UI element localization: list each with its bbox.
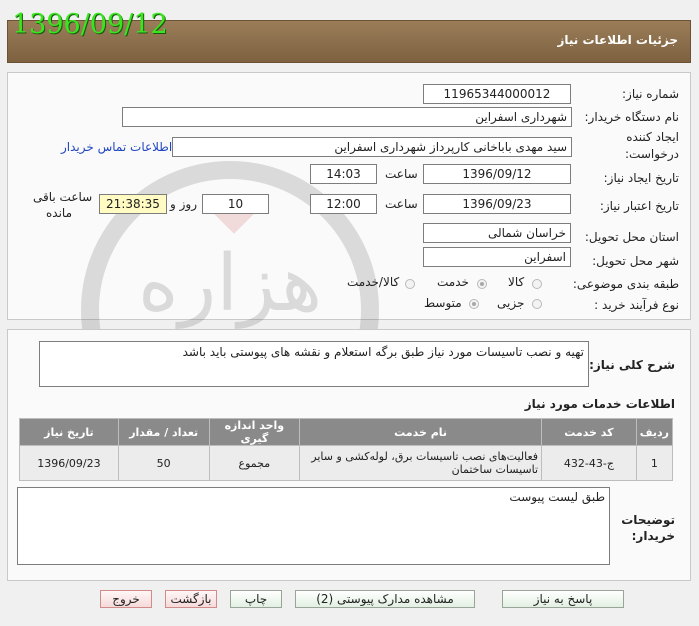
- label-validity-date: تاریخ اعتبار نیاز:: [599, 199, 679, 213]
- label-remaining-2: مانده: [46, 206, 73, 220]
- label-requester-1: ایجاد کننده: [626, 130, 679, 144]
- validity-date-field: 1396/09/23: [423, 194, 571, 214]
- cell-row-number: 1: [635, 445, 674, 481]
- radio-goods-label: کالا: [508, 275, 525, 289]
- announce-date-field: 1396/09/12: [423, 164, 571, 184]
- label-process: نوع فرآیند خرید :: [594, 298, 679, 312]
- radio-goods[interactable]: [532, 279, 542, 289]
- label-announce-date: تاریخ ایجاد نیاز:: [603, 171, 679, 185]
- label-category: طبقه بندی موضوعی:: [572, 277, 679, 291]
- radio-minor-label: جزیی: [497, 296, 525, 310]
- label-description: شرح کلی نیاز:: [589, 358, 675, 372]
- need-number-field: 1196534400001‌2: [423, 84, 571, 104]
- validity-time-field: 12:00: [310, 194, 377, 214]
- announce-time-field: 14:03: [310, 164, 377, 184]
- radio-minor[interactable]: [532, 299, 542, 309]
- window-title: جزئیات اطلاعات نیاز: [557, 33, 678, 47]
- radio-service[interactable]: [477, 279, 487, 289]
- province-field: خراسان شمالی: [423, 223, 571, 243]
- cell-unit: مجموع: [208, 445, 301, 481]
- reply-button[interactable]: پاسخ به نیاز: [502, 590, 624, 608]
- exit-button[interactable]: خروج: [100, 590, 152, 608]
- cell-quantity: 50: [117, 445, 210, 481]
- radio-service-label: خدمت: [437, 275, 469, 289]
- label-requester-2: درخواست:: [625, 147, 679, 161]
- cell-service-code: ج-43-432: [541, 445, 637, 481]
- cell-service-name: فعالیت‌های نصب تاسیسات برق، لوله‌کشی و س…: [299, 445, 543, 481]
- description-field: تهیه و نصب تاسیسات مورد نیاز طبق برگه اس…: [39, 341, 589, 387]
- label-buyer-notes-1: توضیحات: [621, 513, 675, 527]
- contact-buyer-link[interactable]: اطلاعات تماس خریدار: [61, 140, 172, 154]
- buyer-notes-field: طبق لیست پیوست: [17, 487, 610, 565]
- services-table: ردیف کد خدمت نام خدمت واحد اندازه گیری ت…: [19, 418, 674, 481]
- buyer-org-field: شهرداری اسفراین: [122, 107, 572, 127]
- label-city: شهر محل تحویل:: [592, 254, 679, 268]
- services-section-title: اطلاعات خدمات مورد نیاز: [524, 397, 675, 411]
- back-button[interactable]: بازگشت: [165, 590, 217, 608]
- label-days-and: روز و: [170, 197, 197, 211]
- table-header-row: ردیف کد خدمت نام خدمت واحد اندازه گیری ت…: [19, 418, 674, 446]
- label-announce-time: ساعت: [385, 167, 418, 181]
- th-row-number: ردیف: [635, 418, 674, 446]
- label-remaining-1: ساعت باقی: [33, 190, 93, 204]
- days-field: 10: [202, 194, 269, 214]
- radio-medium[interactable]: [469, 299, 479, 309]
- th-service-code: کد خدمت: [541, 418, 637, 446]
- radio-medium-label: متوسط: [424, 296, 462, 310]
- th-need-date: تاریخ نیاز: [19, 418, 119, 446]
- print-button[interactable]: چاپ: [230, 590, 282, 608]
- th-unit: واحد اندازه گیری: [208, 418, 301, 446]
- label-province: استان محل تحویل:: [584, 230, 679, 244]
- city-field: اسفراین: [423, 247, 571, 267]
- label-buyer-notes-2: خریدار:: [631, 529, 675, 543]
- th-service-name: نام خدمت: [299, 418, 543, 446]
- requester-field: سید مهدی باباخانی کارپرداز شهرداری اسفرا…: [172, 137, 572, 157]
- table-row: 1 ج-43-432 فعالیت‌های نصب تاسیسات برق، ل…: [19, 445, 674, 481]
- remaining-time-field: 21:38:35: [99, 194, 167, 214]
- cell-need-date: 1396/09/23: [19, 445, 119, 481]
- radio-goods-service-label: کالا/خدمت: [347, 275, 400, 289]
- radio-goods-service[interactable]: [405, 279, 415, 289]
- view-attachments-button[interactable]: مشاهده مدارک پیوستی (2): [295, 590, 475, 608]
- overlay-date: 1396/09/12: [12, 9, 168, 40]
- label-validity-time: ساعت: [385, 197, 418, 211]
- window-titlebar: 1396/09/12 جزئیات اطلاعات نیاز: [7, 9, 691, 63]
- th-quantity: تعداد / مقدار: [117, 418, 210, 446]
- label-need-number: شماره نیاز:: [622, 87, 679, 101]
- label-buyer-org: نام دستگاه خریدار:: [584, 110, 680, 124]
